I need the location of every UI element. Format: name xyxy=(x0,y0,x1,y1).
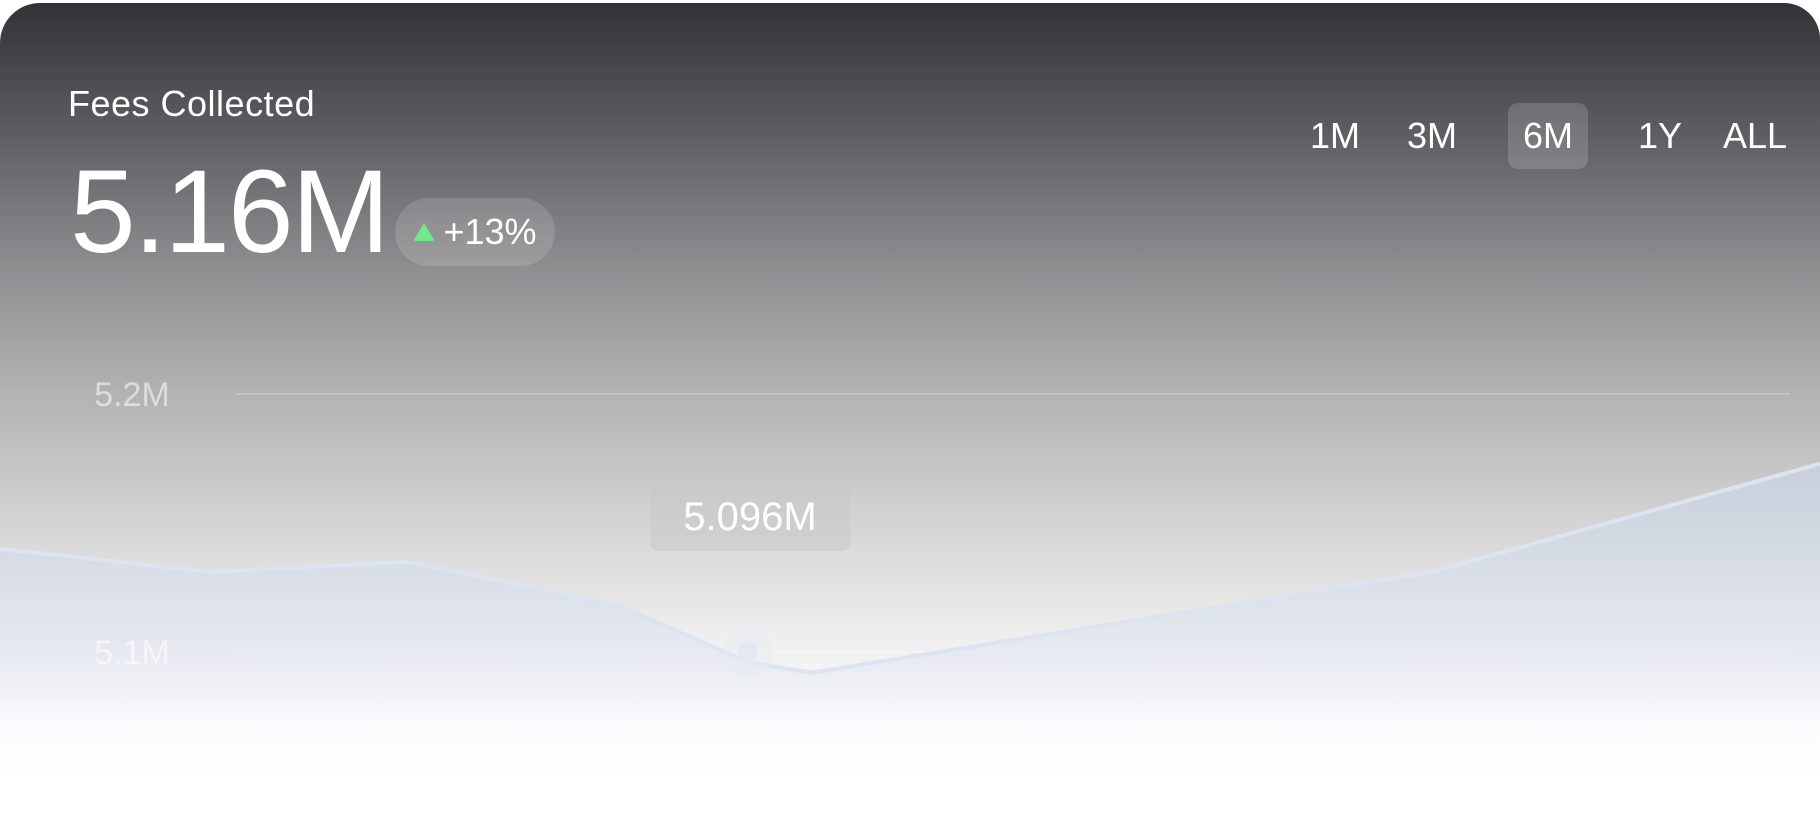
bottom-fade xyxy=(0,690,1820,828)
tooltip-value: 5.096M xyxy=(683,495,816,539)
y-tick-label: 5.2M xyxy=(94,376,170,414)
fees-chart: 5.2M 5.1M 5.096M xyxy=(0,376,1820,828)
y-tick-label: 5.1M xyxy=(94,634,170,672)
hover-point[interactable] xyxy=(738,640,758,661)
